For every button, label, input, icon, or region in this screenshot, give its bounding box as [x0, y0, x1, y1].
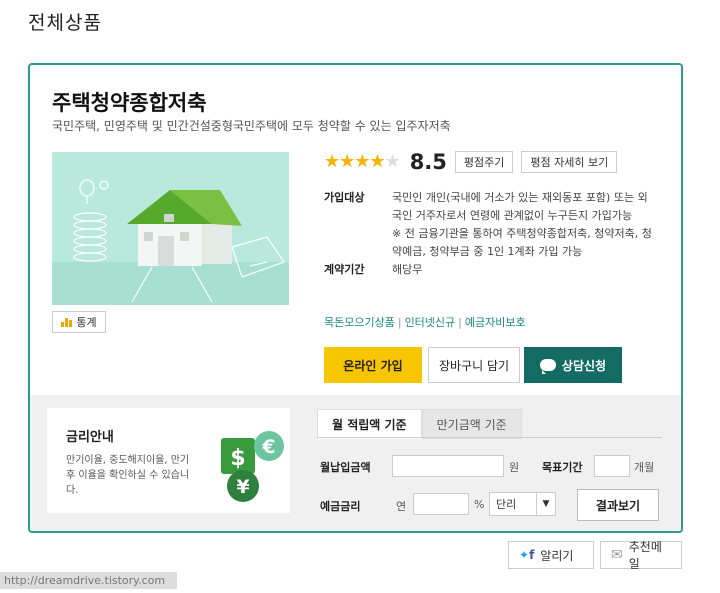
product-house-illustration [52, 152, 289, 305]
rate-guide-box[interactable]: 금리안내 만기이율, 중도해지이율, 만기후 이율을 확인하실 수 있습니다. … [47, 408, 290, 513]
term-value: 해당무 [392, 263, 423, 276]
online-signup-button[interactable]: 온라인 가입 [324, 347, 422, 383]
share-button[interactable]: ✦f 알리기 [508, 541, 594, 569]
rating-detail-button[interactable]: 평점 자세히 보기 [521, 151, 618, 173]
svg-text:$: $ [230, 446, 245, 471]
chat-bubble-icon [539, 359, 556, 374]
page-title: 전체상품 [28, 12, 102, 34]
term-label: 계약기간 [324, 263, 365, 276]
consult-button-label: 상담신청 [561, 358, 607, 373]
bar-chart-icon [61, 317, 73, 327]
product-description: 국민주택, 민영주택 및 민간건설중형국민주택에 모두 청약할 수 있는 입주자… [52, 119, 451, 133]
tag-link-protection[interactable]: 예금자비보호 [465, 316, 526, 329]
tab-monthly[interactable]: 월 적립액 기준 [317, 409, 422, 439]
target-period-label: 목표기간 [542, 461, 583, 474]
product-tags: 목돈모으기상품 | 인터넷신규 | 예금자비보호 [324, 316, 526, 329]
rating-score: 8.5 [409, 150, 447, 174]
rating-row: ★★★★★ ★★★★★ 8.5 평점주기 평점 자세히 보기 [324, 150, 618, 174]
deposit-rate-input[interactable] [413, 493, 469, 515]
interest-type-select[interactable]: 단리 ▼ [489, 492, 556, 516]
monthly-amount-unit: 원 [509, 461, 520, 474]
eligibility-label: 가입대상 [324, 191, 365, 204]
product-info: 가입대상 국민인 개인(국내에 거소가 있는 재외동포 포함) 또는 외국인 거… [324, 189, 652, 279]
stats-button-label: 통계 [76, 316, 97, 329]
stats-button[interactable]: 통계 [52, 311, 106, 333]
result-button[interactable]: 결과보기 [577, 489, 659, 521]
target-period-input[interactable] [594, 455, 630, 477]
monthly-amount-label: 월납입금액 [320, 461, 371, 474]
add-to-cart-button[interactable]: 장바구니 담기 [428, 347, 520, 383]
rating-stars: ★★★★★ ★★★★★ [324, 151, 401, 172]
svg-text:€: € [261, 436, 275, 458]
recommend-email-button[interactable]: ✉ 추천메일 [600, 540, 682, 571]
interest-type-value: 단리 [496, 498, 517, 511]
product-card: 주택청약종합저축 국민주택, 민영주택 및 민간건설중형국민주택에 모두 청약할… [28, 63, 683, 533]
tab-maturity[interactable]: 만기금액 기준 [421, 409, 522, 439]
mail-icon: ✉ [611, 547, 623, 563]
product-name: 주택청약종합저축 [52, 91, 207, 115]
monthly-amount-input[interactable] [392, 455, 504, 477]
rate-unit: % [474, 498, 485, 511]
share-button-label: 알리기 [540, 548, 574, 563]
consult-button[interactable]: 상담신청 [524, 347, 622, 383]
rate-prefix: 연 [396, 500, 407, 513]
svg-text:¥: ¥ [236, 476, 249, 498]
twitter-facebook-icon: ✦f [519, 548, 535, 562]
tab-divider [317, 437, 662, 438]
rate-guide-description: 만기이율, 중도해지이율, 만기후 이율을 확인하실 수 있습니다. [66, 455, 190, 496]
rate-guide-title: 금리안내 [66, 430, 114, 445]
eligibility-text: 국민인 개인(국내에 거소가 있는 재외동포 포함) 또는 외국인 거주자로서 … [392, 191, 648, 222]
tag-link-lumpsum[interactable]: 목돈모으기상품 [324, 316, 395, 329]
calculator-section: 금리안내 만기이율, 중도해지이율, 만기후 이율을 확인하실 수 있습니다. … [30, 395, 681, 531]
eligibility-note: ※ 전 금융기관을 통하여 주택청약종합저축, 청약저축, 청약예금, 청약부금… [392, 227, 652, 258]
target-period-unit: 개월 [634, 461, 655, 474]
calculator-tabs: 월 적립액 기준 만기금액 기준 [317, 409, 522, 439]
deposit-rate-label: 예금금리 [320, 500, 361, 513]
rate-button[interactable]: 평점주기 [454, 151, 514, 173]
tag-link-internet[interactable]: 인터넷신규 [405, 316, 456, 329]
watermark: http://dreamdrive.tistory.com [0, 572, 177, 589]
chevron-down-icon: ▼ [536, 493, 555, 515]
recommend-email-label: 추천메일 [628, 540, 662, 571]
money-icon: $ € ¥ [221, 431, 284, 502]
